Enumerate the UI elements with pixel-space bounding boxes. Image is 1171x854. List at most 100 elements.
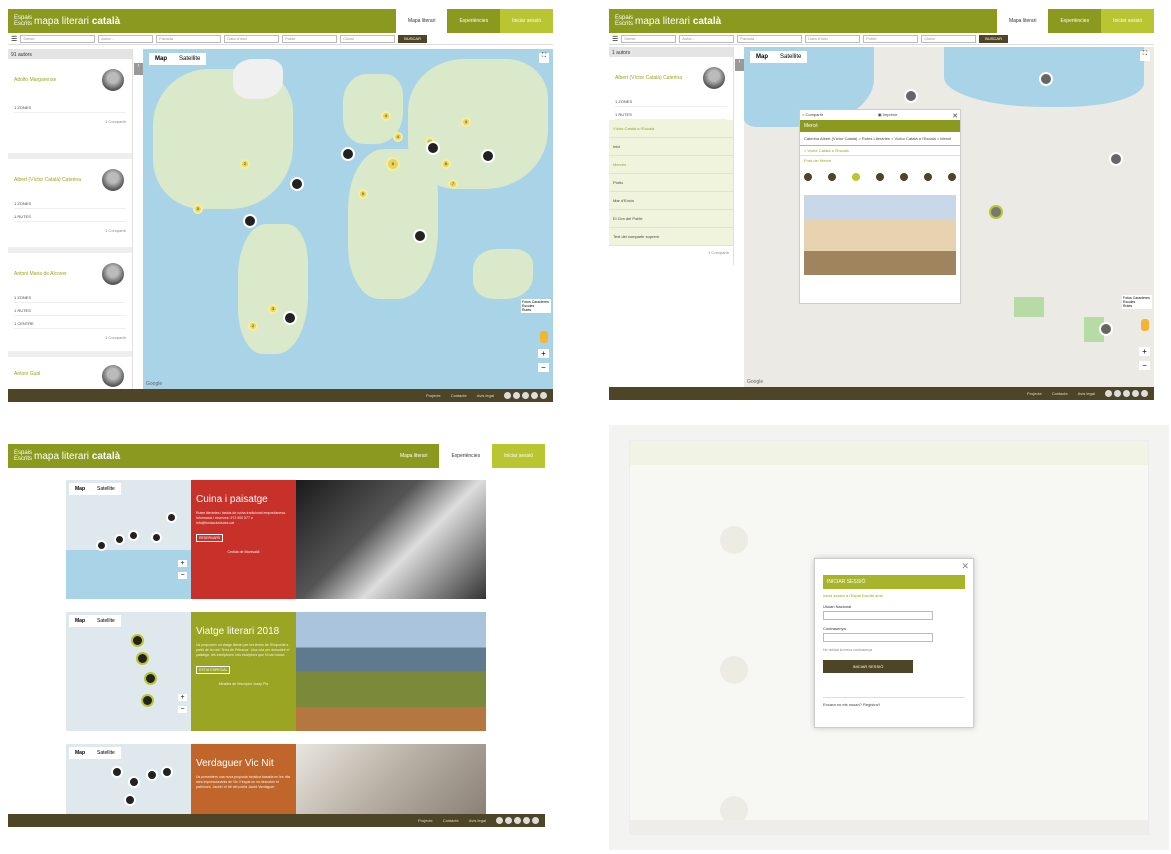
tab-experiencies[interactable]: Experiències	[439, 444, 493, 468]
route-item[interactable]: El Cim del Poble	[609, 210, 733, 228]
experience-map[interactable]: Map Satellite + −	[66, 612, 191, 731]
experience-link[interactable]: ESTIU ESPECIAL	[196, 666, 231, 674]
forgot-password-link[interactable]: He oblidat la meva contrasenya	[823, 648, 965, 652]
author-marker[interactable]	[481, 149, 495, 163]
layer-label[interactable]: Rutes	[522, 308, 550, 312]
author-name[interactable]: Antoni Maria de Alcover	[14, 271, 84, 277]
author-card[interactable]: Adolfo Margarense 1 ZONES 1 Compartir	[8, 59, 132, 159]
twitter-icon[interactable]	[1105, 390, 1112, 397]
search-input-paraula[interactable]: Paraula	[737, 34, 803, 43]
author-share-link[interactable]: 1 Compartir	[14, 119, 126, 124]
route-step[interactable]	[900, 173, 908, 181]
zoom-out-button[interactable]: −	[1139, 361, 1150, 370]
map-cluster[interactable]: 5	[193, 204, 203, 214]
experience-card[interactable]: Map Satellite + − Viatge literari 2018 U…	[66, 612, 486, 731]
map-cluster[interactable]: 4	[381, 111, 391, 121]
map-tab-satellite[interactable]: Satellite	[774, 51, 807, 63]
twitter-icon[interactable]	[504, 392, 511, 399]
tab-mapa-literari[interactable]: Mapa literari	[996, 9, 1049, 33]
facebook-icon[interactable]	[513, 392, 520, 399]
footer-link-projecte[interactable]: Projecte	[1027, 391, 1042, 396]
search-input-poble[interactable]: Poble	[282, 34, 338, 43]
share-button[interactable]: < Compartir	[802, 112, 823, 118]
search-input-ciutat[interactable]: Ciutat	[921, 34, 977, 43]
pegman-icon[interactable]	[1141, 319, 1149, 331]
author-share-link[interactable]: 1 Compartir	[609, 246, 733, 259]
search-input-poble[interactable]: Poble	[863, 34, 919, 43]
map-cluster[interactable]: 3	[268, 304, 278, 314]
author-marker[interactable]	[413, 229, 427, 243]
author-zones-row[interactable]: 1 ZONES	[615, 97, 727, 107]
zoom-out-button[interactable]: −	[178, 706, 187, 713]
register-link[interactable]: Encara no ets usuari? Registra't	[823, 697, 965, 707]
route-title[interactable]: Víctor Català a l'Escala	[609, 120, 733, 138]
footer-link-contacte[interactable]: Contacte	[451, 393, 467, 398]
place-marker[interactable]	[111, 766, 123, 778]
fullscreen-icon[interactable]: ⛶	[539, 53, 549, 63]
fullscreen-icon[interactable]: ⛶	[1140, 51, 1150, 61]
map-cluster[interactable]: 8	[386, 157, 400, 171]
author-marker[interactable]	[341, 147, 355, 161]
search-input-sense[interactable]: Sense	[621, 34, 677, 43]
footer-link-avis-legal[interactable]: Avís legal	[1078, 391, 1095, 396]
author-name[interactable]: Adolfo Margarense	[14, 77, 84, 83]
password-input[interactable]	[823, 633, 933, 642]
world-map[interactable]: Map Satellite 4 4 8 11 8 4 7 5 2 5 3 2 ⛶…	[143, 49, 553, 389]
youtube-icon[interactable]	[523, 817, 530, 824]
author-marker[interactable]	[426, 141, 440, 155]
place-marker[interactable]	[1099, 322, 1113, 336]
map-cluster[interactable]: 5	[358, 189, 368, 199]
search-input-data[interactable]: Data d'inici	[224, 34, 280, 43]
place-marker[interactable]	[1039, 72, 1053, 86]
tab-experiencies[interactable]: Experiències	[1048, 9, 1102, 33]
map-tab-map[interactable]: Map	[69, 747, 91, 759]
map-tab-satellite[interactable]: Satellite	[91, 747, 121, 759]
close-icon[interactable]: ✕	[952, 112, 958, 120]
tab-mapa-literari[interactable]: Mapa literari	[387, 444, 440, 468]
route-item[interactable]: Text del compartir suprem	[609, 228, 733, 246]
googleplus-icon[interactable]	[1123, 390, 1130, 397]
experience-title[interactable]: Viatge literari 2018	[196, 626, 291, 637]
map-cluster[interactable]: 2	[248, 321, 258, 331]
zoom-in-button[interactable]: +	[1139, 347, 1150, 356]
filter-icon[interactable]: ☰	[11, 35, 17, 43]
footer-link-projecte[interactable]: Projecte	[418, 818, 433, 823]
print-button[interactable]: ▣ Imprimir	[878, 112, 897, 118]
youtube-icon[interactable]	[531, 392, 538, 399]
tab-iniciar-sessio[interactable]: Iniciar sessió	[500, 9, 553, 33]
author-card[interactable]: Albert (Víctor Català) Caterina 1 ZONES …	[609, 57, 733, 120]
place-marker[interactable]	[144, 672, 157, 685]
zoom-in-button[interactable]: +	[178, 560, 187, 567]
author-card[interactable]: Albert (Víctor Català) Caterina 1 ZONES …	[8, 159, 132, 253]
place-marker[interactable]	[904, 89, 918, 103]
site-logo[interactable]: Espais Escrits	[8, 450, 34, 462]
place-marker[interactable]	[124, 794, 136, 806]
map-cluster[interactable]: 4	[393, 132, 403, 142]
filter-icon[interactable]: ☰	[612, 35, 618, 43]
author-marker[interactable]	[243, 214, 257, 228]
map-tab-map[interactable]: Map	[69, 615, 91, 627]
author-zones-row[interactable]: 1 ZONES	[14, 199, 126, 209]
googleplus-icon[interactable]	[522, 392, 529, 399]
route-step-current[interactable]	[852, 173, 860, 181]
footer-link-contacte[interactable]: Contacte	[1052, 391, 1068, 396]
instagram-icon[interactable]	[1141, 390, 1148, 397]
map-tab-satellite[interactable]: Satellite	[173, 53, 206, 65]
route-step[interactable]	[804, 173, 812, 181]
footer-link-avis-legal[interactable]: Avís legal	[477, 393, 494, 398]
search-input-autor[interactable]: Autor...	[98, 34, 154, 43]
zoom-out-button[interactable]: −	[178, 572, 187, 579]
map-tab-map[interactable]: Map	[69, 483, 91, 495]
place-marker[interactable]	[1109, 152, 1123, 166]
map-tab-map[interactable]: Map	[149, 53, 173, 65]
map-cluster[interactable]: 8	[441, 159, 451, 169]
author-name[interactable]: Albert (Víctor Català) Caterina	[14, 177, 84, 183]
experience-card[interactable]: Map Satellite Verdaguer Vic Nit Us prese…	[66, 744, 486, 814]
sidebar-collapse-toggle[interactable]: ‹	[134, 63, 143, 75]
place-marker[interactable]	[146, 769, 158, 781]
map-tab-satellite[interactable]: Satellite	[91, 615, 121, 627]
place-marker[interactable]	[114, 534, 125, 545]
place-marker[interactable]	[96, 540, 107, 551]
route-step[interactable]	[948, 173, 956, 181]
tab-mapa-literari[interactable]: Mapa literari	[395, 9, 448, 33]
